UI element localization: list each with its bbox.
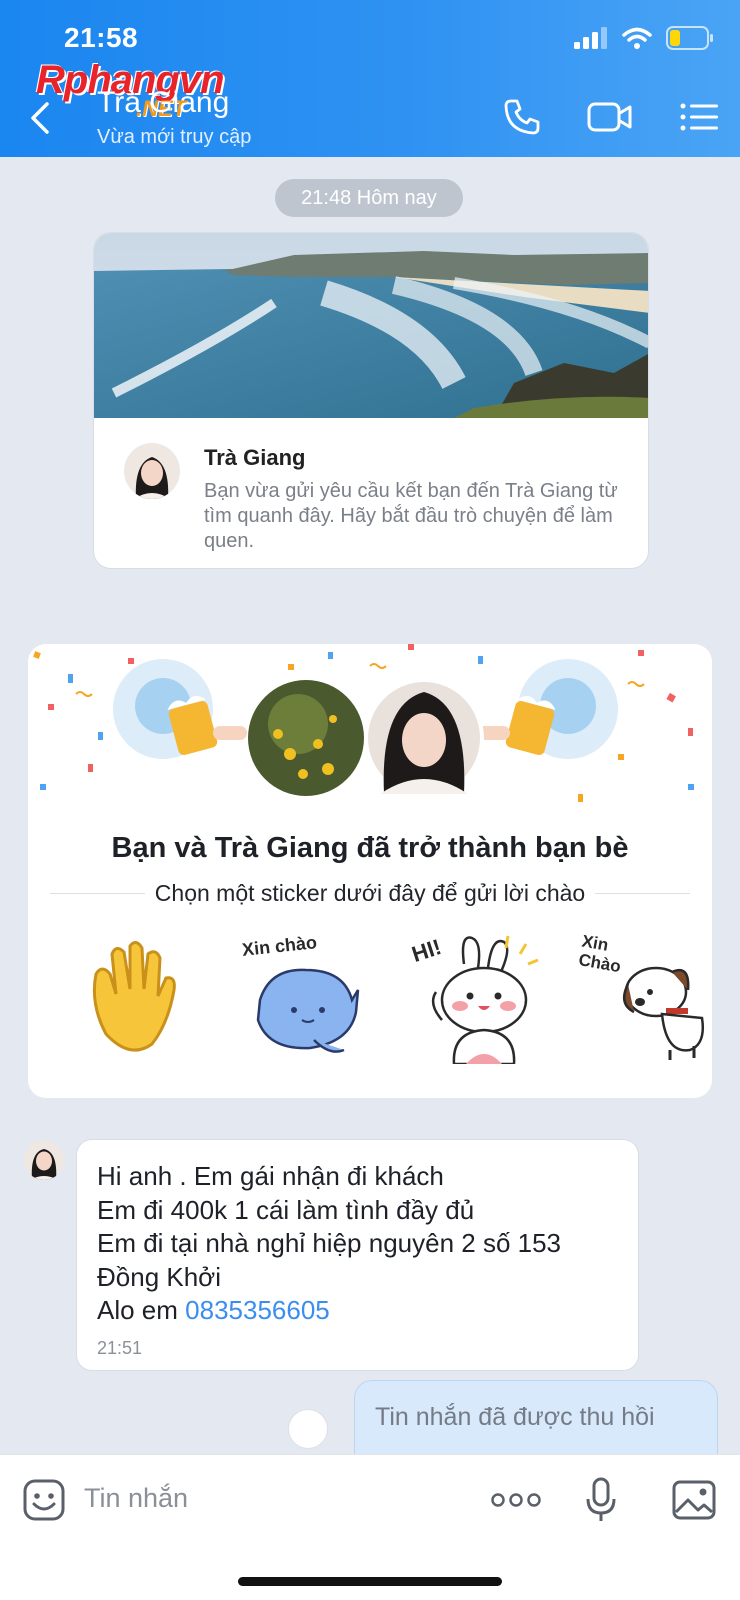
my-avatar — [248, 680, 364, 796]
friendship-title: Bạn và Trà Giang đã trở thành bạn bè — [111, 832, 629, 864]
divider — [595, 893, 691, 894]
request-contact-name: Trà Giang — [204, 445, 306, 470]
message-input[interactable]: Tin nhắn — [84, 1483, 188, 1514]
recalled-message-text: Tin nhắn đã được thu hồi — [375, 1403, 655, 1431]
more-icon — [491, 1493, 541, 1507]
message-time: 21:51 — [97, 1338, 143, 1358]
voice-button[interactable] — [578, 1475, 624, 1525]
video-call-button[interactable] — [586, 95, 634, 139]
signal-icon — [574, 27, 607, 49]
wifi-icon — [622, 27, 652, 49]
phone-call-button[interactable] — [498, 95, 546, 139]
message-input-bar: Tin nhắn — [0, 1454, 740, 1600]
cover-photo — [94, 233, 648, 418]
share-icon[interactable] — [288, 1409, 328, 1449]
battery-icon — [666, 26, 713, 50]
greeting-sticker-row: Xin chào HI! Xin Chào — [28, 931, 712, 1074]
bunny-hi-sticker[interactable]: HI! — [402, 934, 542, 1064]
chat-header: 21:58 Rphangvn .NET Trà Giang Vừa mới tr… — [0, 0, 740, 157]
status-time: 21:58 — [64, 22, 139, 53]
message-line: Hi anh . Em gái nhận đi khách — [97, 1161, 444, 1191]
sender-avatar[interactable] — [24, 1140, 64, 1180]
image-icon — [672, 1480, 716, 1520]
new-friend-card: Bạn và Trà Giang đã trở thành bạn bè Chọ… — [28, 644, 712, 1098]
phone-number-link[interactable]: 0835356605 — [185, 1295, 330, 1325]
emoji-icon — [23, 1479, 65, 1521]
contact-name[interactable]: Trà Giang — [97, 86, 229, 120]
celebration-banner — [33, 644, 694, 802]
friend-avatar — [364, 678, 484, 798]
divider — [50, 893, 145, 894]
menu-button[interactable] — [676, 95, 724, 139]
blue-cat-sticker[interactable]: Xin chào — [240, 932, 370, 1064]
sticker-caption: Xin chào — [241, 932, 318, 960]
sticker-prompt-row: Chọn một sticker dưới đây để gửi lời chà… — [50, 880, 691, 907]
friend-request-card[interactable]: Trà Giang Bạn vừa gửi yêu cầu kết bạn đế… — [93, 232, 649, 569]
emoji-button[interactable] — [20, 1475, 68, 1525]
back-icon[interactable] — [28, 100, 52, 136]
contact-status: Vừa mới truy cập — [97, 126, 252, 148]
video-call-icon — [587, 102, 632, 132]
message-line: Em đi tại nhà nghỉ hiệp nguyên 2 số 153 — [97, 1228, 562, 1258]
dog-xin-chao-sticker[interactable]: Xin Chào — [577, 931, 712, 1064]
image-button[interactable] — [670, 1475, 718, 1525]
beer-mug-left-icon — [113, 659, 247, 759]
date-chip: 21:48 Hôm nay — [275, 179, 463, 217]
phone-icon — [504, 99, 540, 135]
home-indicator — [238, 1577, 502, 1586]
message-line: Đồng Khởi — [97, 1261, 222, 1292]
recalled-message-bubble[interactable]: Tin nhắn đã được thu hồi — [354, 1380, 718, 1454]
message-line: Em đi 400k 1 cái làm tình đầy đủ — [97, 1194, 475, 1225]
beer-mug-right-icon — [476, 659, 618, 759]
status-icons — [574, 26, 714, 50]
incoming-message-bubble[interactable]: Hi anh . Em gái nhận đi khách Em đi 400k… — [76, 1139, 639, 1371]
message-text: Alo em — [97, 1295, 186, 1325]
request-description: Bạn vừa gửi yêu cầu kết bạn đến Trà Gian… — [204, 480, 618, 552]
chat-area[interactable]: 21:48 Hôm nay Trà Giang Bạn vừa gửi yêu … — [0, 157, 740, 1454]
menu-icon — [680, 103, 718, 131]
contact-avatar[interactable] — [124, 443, 180, 499]
more-button[interactable] — [488, 1475, 544, 1525]
waving-hand-sticker[interactable] — [76, 934, 186, 1064]
microphone-icon — [586, 1477, 616, 1521]
sticker-prompt: Chọn một sticker dưới đây để gửi lời chà… — [154, 880, 586, 906]
message-line: Alo em 0835356605 — [97, 1294, 618, 1328]
